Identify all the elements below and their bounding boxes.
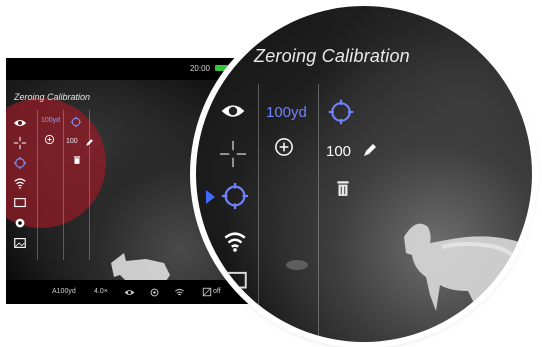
- distance-value[interactable]: 100yd: [266, 104, 307, 121]
- divider: [318, 84, 319, 342]
- divider: [258, 84, 259, 342]
- crosshair-icon[interactable]: [13, 136, 27, 150]
- wifi-icon[interactable]: [221, 228, 249, 254]
- adjust-value: 100: [326, 143, 352, 160]
- settings-icon[interactable]: [13, 216, 27, 230]
- selection-arrow: [206, 190, 215, 204]
- divider: [89, 110, 90, 260]
- adjust-value: 100: [66, 138, 78, 145]
- plus-icon[interactable]: [274, 137, 294, 157]
- bottom-status-bar: A100yd 4.0× off: [6, 280, 256, 304]
- wifi-icon: [175, 288, 184, 296]
- status-bar: 20:00: [6, 58, 256, 80]
- plus-icon[interactable]: [44, 134, 55, 145]
- crosshair-icon[interactable]: [218, 139, 248, 169]
- target-icon[interactable]: [70, 116, 82, 128]
- screen-icon[interactable]: [13, 196, 27, 210]
- trash-icon[interactable]: [72, 154, 82, 165]
- settings-icon: [150, 288, 159, 297]
- adjust-value-text: 100: [66, 138, 78, 145]
- distance-value[interactable]: 100yd: [41, 117, 60, 124]
- screen-title: Zeroing Calibration: [14, 92, 91, 102]
- pip-status: off: [213, 288, 221, 295]
- zoom-status: 4.0×: [94, 288, 108, 295]
- menu-column: [13, 116, 29, 256]
- battery-icon: [215, 65, 228, 71]
- pip-icon: [202, 287, 212, 297]
- rock-image: [286, 260, 308, 270]
- battery-cap: [228, 67, 230, 69]
- target-icon[interactable]: [13, 156, 27, 170]
- eye-icon[interactable]: [218, 98, 248, 124]
- pen-icon[interactable]: [362, 142, 378, 158]
- pen-icon[interactable]: [85, 138, 94, 147]
- divider: [63, 110, 64, 260]
- divider: [37, 110, 38, 260]
- deer-image: [404, 223, 532, 321]
- wifi-icon[interactable]: [13, 176, 27, 190]
- zoom-title: Zeroing Calibration: [254, 46, 410, 66]
- clock: 20:00: [189, 64, 210, 73]
- screen-icon[interactable]: [222, 268, 250, 294]
- target-icon[interactable]: [220, 181, 250, 211]
- image-icon[interactable]: [13, 236, 27, 250]
- eye-icon: [124, 290, 135, 295]
- distance-status: A100yd: [52, 288, 76, 295]
- eye-icon[interactable]: [13, 116, 27, 130]
- trash-icon[interactable]: [334, 178, 352, 198]
- zoom-magnifier: Zeroing Calibration 100yd 100: [196, 6, 532, 342]
- target-icon[interactable]: [327, 98, 355, 126]
